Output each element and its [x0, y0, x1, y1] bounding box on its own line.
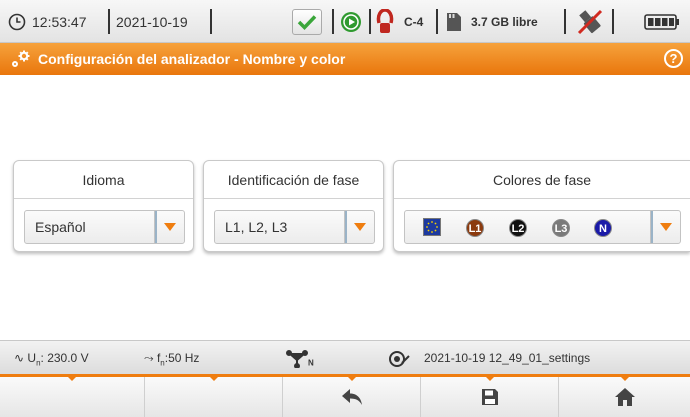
back-button[interactable]	[283, 376, 421, 417]
phase-l2-color: L2	[509, 219, 527, 237]
home-icon	[614, 388, 635, 406]
fkey-1[interactable]	[0, 376, 145, 417]
status-date: 2021-10-19	[116, 13, 188, 30]
phase-l3-color: L3	[552, 219, 570, 237]
fkey-2[interactable]	[145, 376, 283, 417]
phase-colors-panel-title: Colores de fase	[394, 161, 690, 199]
language-select[interactable]: Español	[24, 210, 185, 244]
help-icon[interactable]: ?	[664, 49, 683, 68]
status-time: 12:53:47	[32, 13, 87, 30]
wye-topology-icon	[286, 349, 308, 369]
phase-id-select[interactable]: L1, L2, L3	[214, 210, 375, 244]
phase-colors-panel: Colores de fase L1 L2 L3 N	[393, 160, 690, 252]
dropdown-arrow-icon[interactable]	[650, 211, 680, 243]
language-panel-title: Idioma	[14, 161, 193, 199]
battery-icon	[644, 0, 680, 43]
info-bar: ∿ Un: 230.0 V ⤳ fn:50 Hz N 2021-10-19 12…	[0, 340, 690, 374]
back-arrow-icon	[341, 389, 362, 405]
function-keys	[0, 374, 690, 417]
home-button[interactable]	[559, 376, 690, 417]
phase-colors-select[interactable]: L1 L2 L3 N	[404, 210, 681, 244]
voltage-readout: ∿ Un: 230.0 V	[14, 351, 89, 368]
settings-file-name: 2021-10-19 12_49_01_settings	[424, 351, 591, 365]
language-value: Español	[35, 219, 86, 235]
clamp-icon	[376, 0, 394, 43]
frequency-icon: ⤳	[144, 351, 154, 365]
clamp-type: C-4	[404, 14, 424, 29]
phase-n-color: N	[594, 219, 612, 237]
sine-wave-icon: ∿	[14, 351, 25, 365]
ok-check-icon	[292, 0, 322, 43]
phase-id-panel-title: Identificación de fase	[204, 161, 383, 199]
settings-file-icon	[388, 341, 410, 375]
dropdown-arrow-icon[interactable]	[154, 211, 184, 243]
save-button[interactable]	[421, 376, 559, 417]
language-panel: Idioma Español	[13, 160, 194, 252]
eu-flag-icon	[423, 218, 441, 236]
status-bar: 12:53:47 2021-10-19 C-4 3.7 GB libre	[0, 0, 690, 43]
page-title: Configuración del analizador - Nombre y …	[38, 51, 346, 67]
phase-id-value: L1, L2, L3	[225, 219, 288, 235]
usb-disconnected-icon	[575, 0, 605, 43]
phase-id-panel: Identificación de fase L1, L2, L3	[203, 160, 384, 252]
dropdown-arrow-icon[interactable]	[344, 211, 374, 243]
phase-l1-color: L1	[466, 219, 484, 237]
clock-icon	[8, 0, 26, 43]
sd-card-icon	[446, 0, 462, 43]
save-icon	[481, 389, 498, 405]
network-topology: N	[286, 341, 314, 375]
frequency-readout: ⤳ fn:50 Hz	[144, 351, 200, 368]
storage-free: 3.7 GB libre	[471, 14, 538, 29]
settings-gear-icon	[10, 49, 32, 74]
recording-icon	[340, 0, 362, 43]
title-bar: Configuración del analizador - Nombre y …	[0, 43, 690, 75]
